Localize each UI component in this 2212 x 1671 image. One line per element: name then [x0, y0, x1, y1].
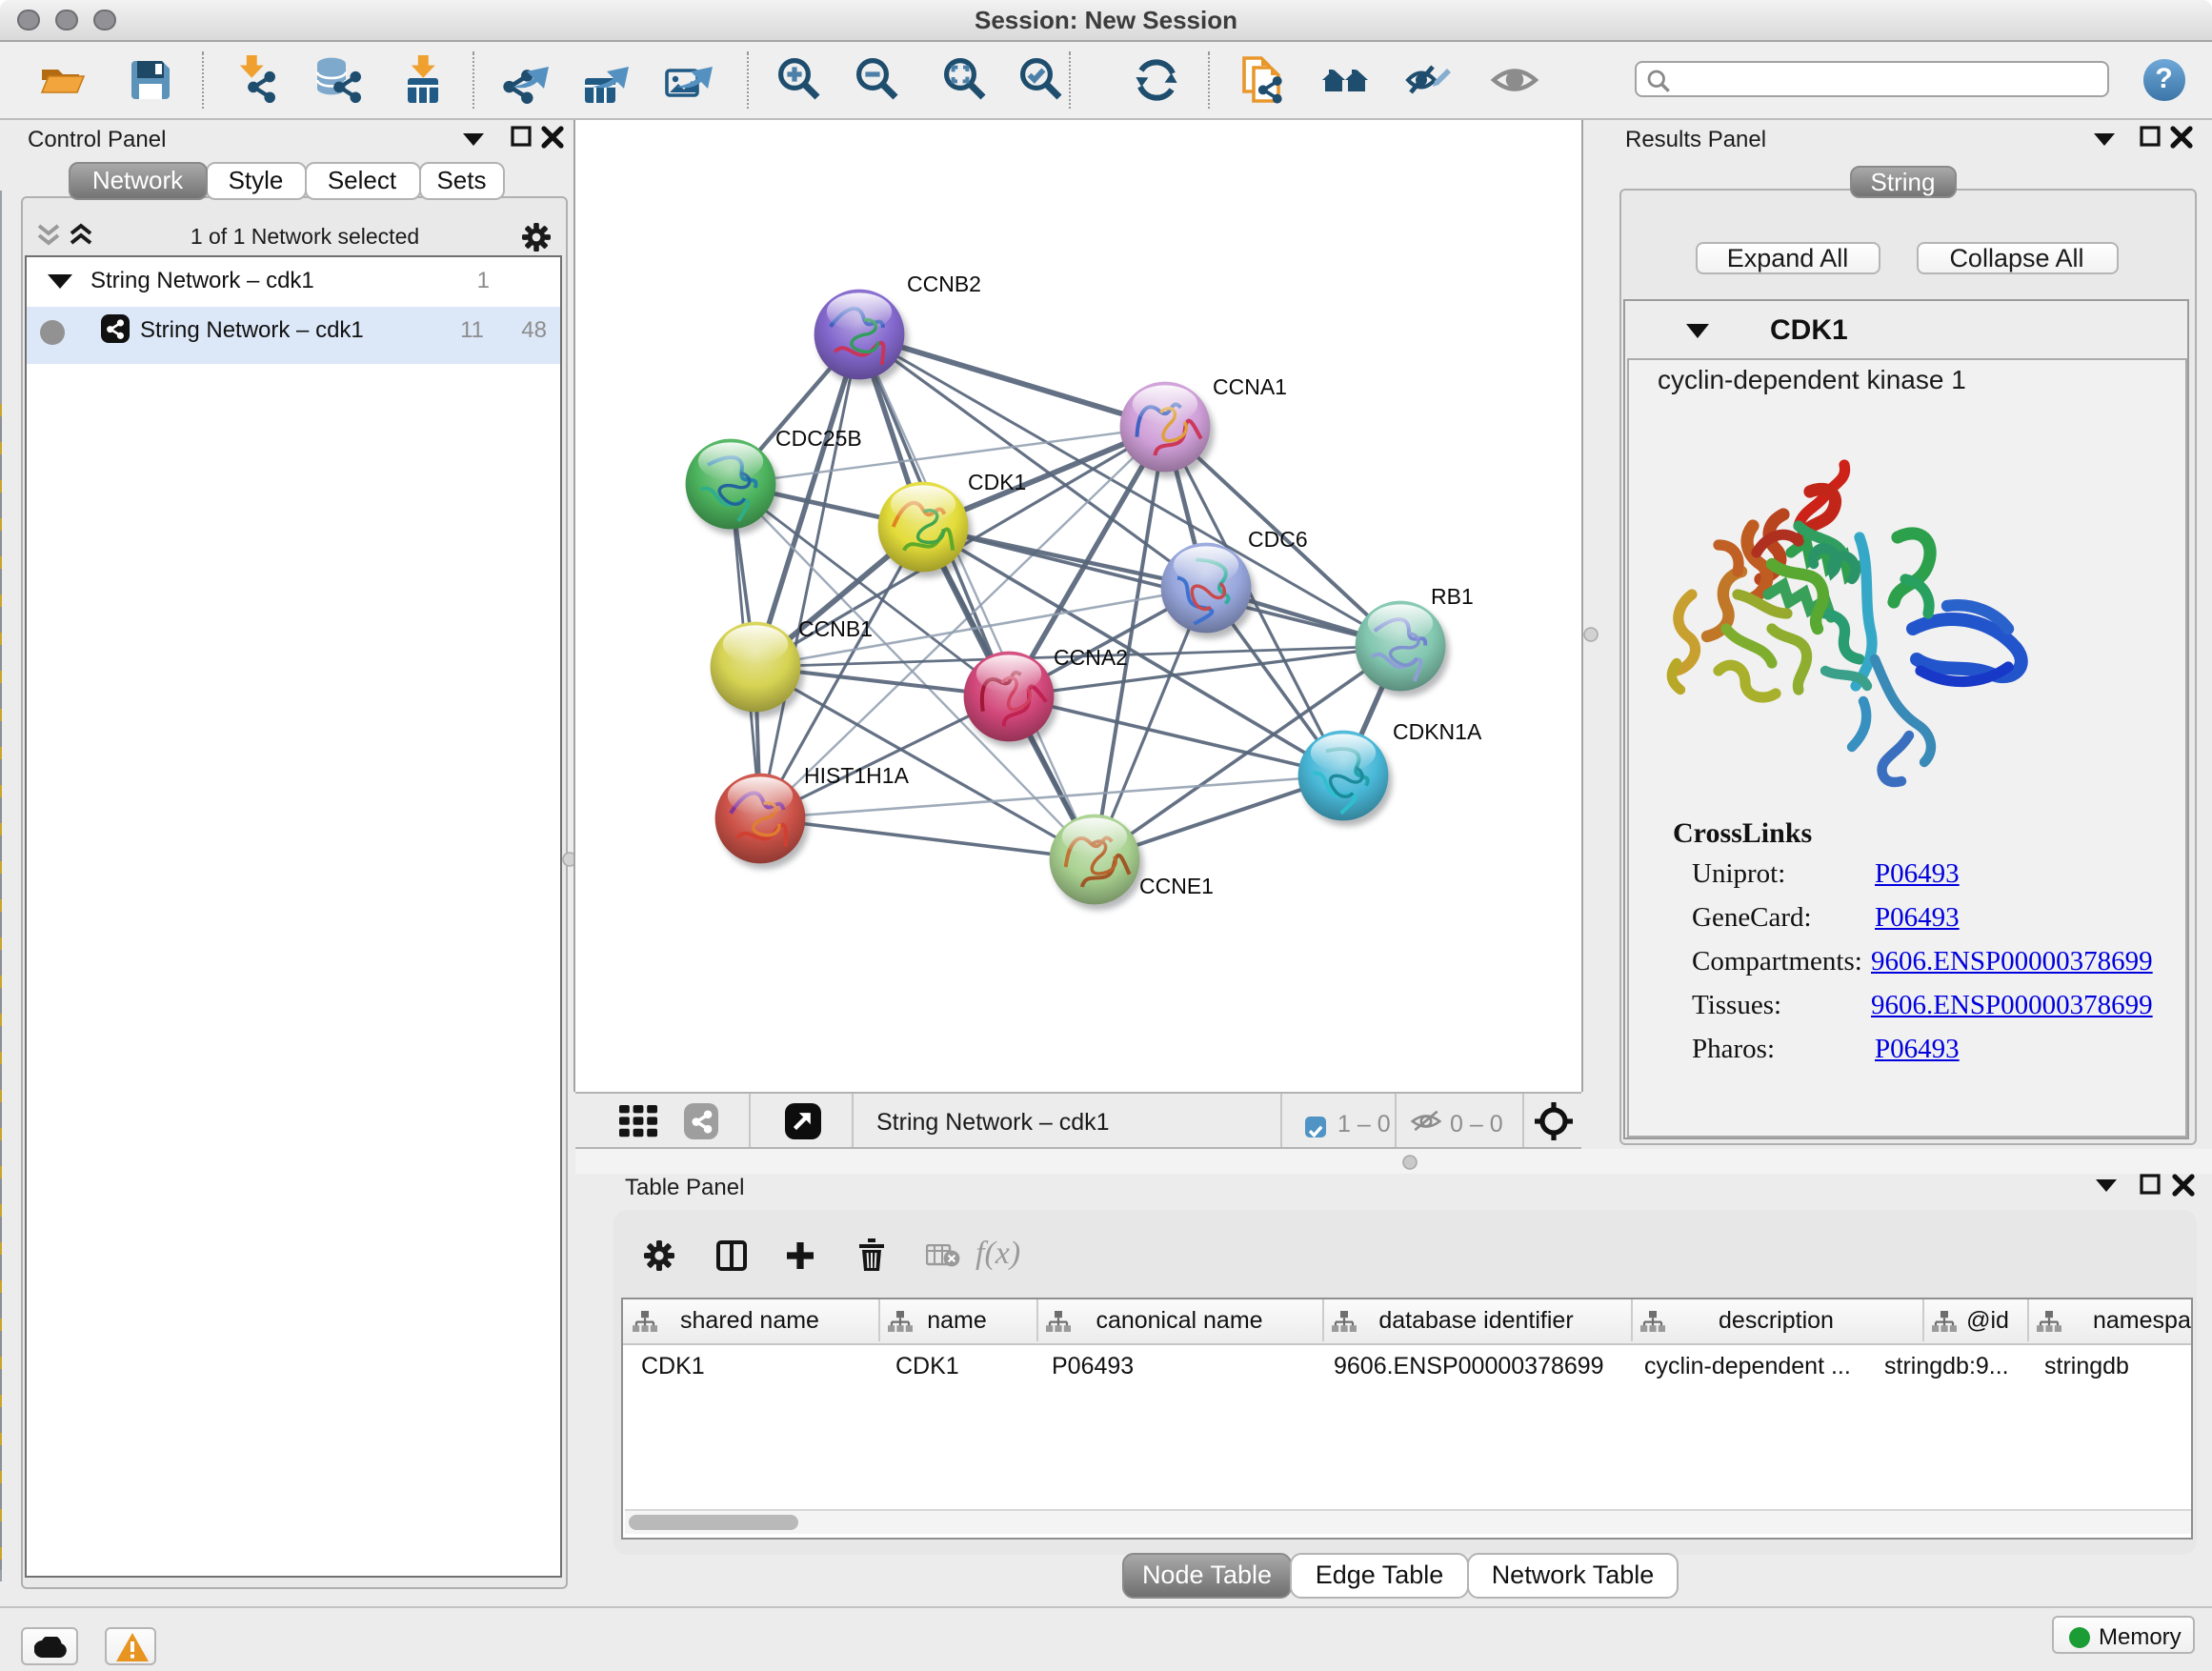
svg-text:CDK1: CDK1	[968, 470, 1026, 494]
svg-text:CDKN1A: CDKN1A	[1393, 719, 1482, 744]
svg-text:CDC6: CDC6	[1248, 527, 1308, 552]
svg-text:CCNB1: CCNB1	[798, 616, 873, 641]
svg-text:CCNE1: CCNE1	[1139, 874, 1214, 898]
svg-text:RB1: RB1	[1431, 584, 1474, 609]
svg-text:CCNB2: CCNB2	[907, 272, 981, 296]
svg-text:CDC25B: CDC25B	[775, 426, 862, 451]
svg-text:CCNA2: CCNA2	[1054, 645, 1128, 670]
svg-text:HIST1H1A: HIST1H1A	[804, 763, 910, 788]
svg-text:CCNA1: CCNA1	[1213, 374, 1287, 399]
